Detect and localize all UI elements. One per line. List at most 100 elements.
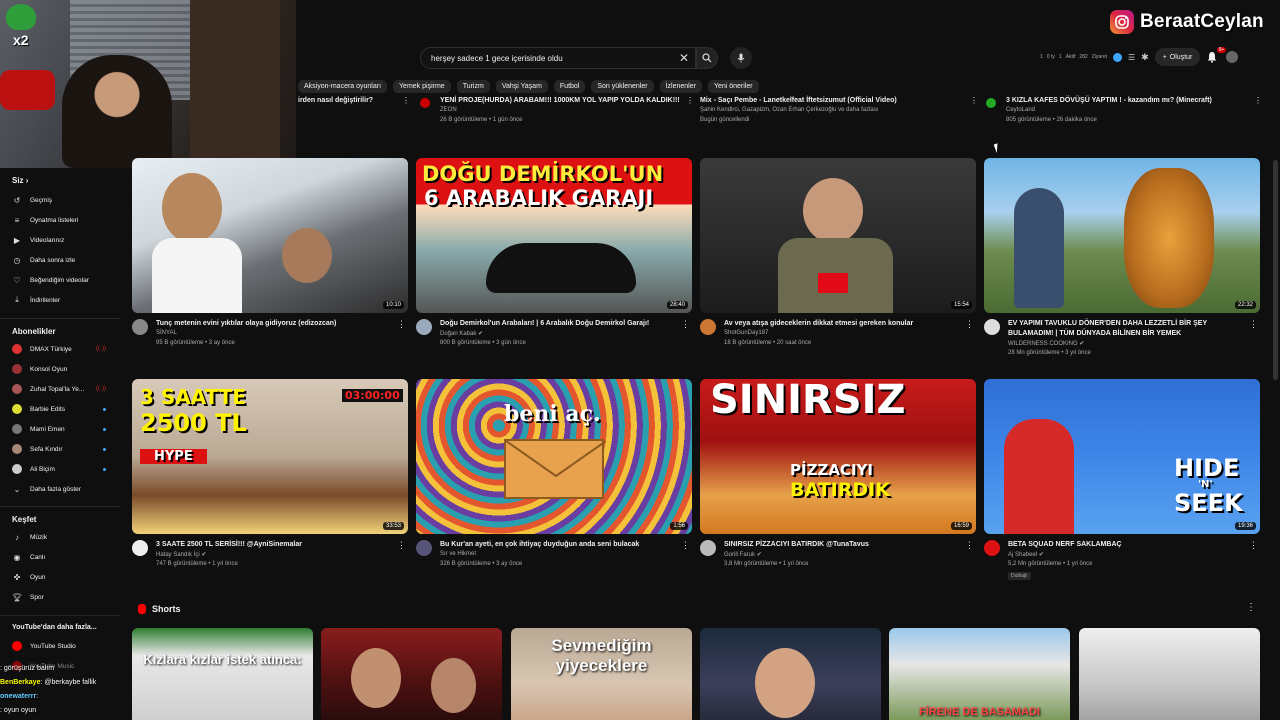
subscription-item[interactable]: Ali Biçim [12,462,120,476]
video-thumbnail[interactable]: 10:10 [132,158,408,313]
channel-avatar[interactable] [132,319,148,335]
close-icon[interactable]: ✕ [679,51,689,65]
video-thumbnail[interactable]: 15:54 [700,158,976,313]
video-title[interactable]: Av veya atışa gideceklerin dikkat etmesi… [724,319,960,329]
more-icon[interactable]: ⋮ [1254,96,1264,105]
puzzle-icon[interactable]: ✱ [1141,52,1149,63]
sidebar-item-music[interactable]: ♪ Müzik [12,530,120,544]
subscription-item[interactable]: Sefa Kındır [12,442,120,456]
channel-avatar[interactable] [700,319,716,335]
channel-avatar[interactable] [984,540,1000,556]
create-button[interactable]: + Oluştur [1154,48,1201,66]
channel-name[interactable]: ShotGunDay187 [724,330,768,336]
extension-icon[interactable] [1112,52,1122,62]
chip-wildlife[interactable]: Vahşi Yaşam [495,80,548,93]
video-title[interactable]: BETA SQUAD NERF SAKLAMBAÇ [1008,540,1244,550]
channel-avatar[interactable] [986,98,996,108]
subscription-item[interactable]: Konsol Oyun [12,362,120,376]
video-card-partial[interactable]: 3 KIZLA KAFES DÖVÜŞÜ YAPTIM ! - kazandım… [1006,96,1246,125]
show-more-button[interactable]: ⌄ Daha fazla göster [12,482,120,496]
short-card[interactable] [700,628,881,720]
more-icon[interactable]: ⋮ [970,96,980,105]
channel-name[interactable]: ZEON [440,105,680,115]
chip-cooking[interactable]: Yemek pişirme [393,80,451,93]
more-icon[interactable]: ⋮ [397,540,406,551]
channel-name[interactable]: Gorill Faruk ✔ [724,551,762,558]
subscription-item[interactable]: Zuhal Topal'la Ye... ((·)) [12,382,120,396]
more-icon[interactable]: ⋮ [965,540,974,551]
video-card[interactable]: 15:54 Av veya atışa gideceklerin dikkat … [700,158,976,367]
sidebar-item-history[interactable]: ↺ Geçmiş [12,193,120,207]
channel-name[interactable]: Şahin Kendirci, Gazapizm, Ozan Erhan Çer… [700,105,960,115]
video-title[interactable]: YENİ PROJE(HURDA) ARABAM!!! 1000KM YOL Y… [440,96,680,105]
sidebar-item-watch-later[interactable]: ◷ Daha sonra izle [12,253,120,267]
video-card-partial[interactable]: Mix - Saçı Pembe - Lanetkelfeat İftetsiz… [700,96,960,125]
video-card[interactable]: 22:32 EV YAPIMI TAVUKLU DÖNER'DEN DAHA L… [984,158,1260,367]
short-card[interactable]: Kızlara kızlar istek atınca: [132,628,313,720]
channel-name[interactable]: Doğan Kabak ✔ [440,330,483,337]
sidebar-item-live[interactable]: ◉ Canlı [12,550,120,564]
more-icon[interactable]: ⋮ [402,96,412,105]
subscriptions-heading[interactable]: Abonelikler [12,327,56,336]
search-button[interactable] [696,47,718,69]
chip-action-adventure[interactable]: Aksiyon-macera oyunları [298,80,388,93]
channel-avatar[interactable] [132,540,148,556]
sidebar-item-sports[interactable]: 🏆︎ Spor [12,590,120,604]
more-icon[interactable]: ⋮ [397,319,406,330]
sidebar-item-playlists[interactable]: ≡ Oynatma listeleri [12,213,120,227]
short-card[interactable] [1079,628,1260,720]
video-card-partial[interactable]: YENİ PROJE(HURDA) ARABAM!!! 1000KM YOL Y… [440,96,680,125]
channel-name[interactable]: Aj Shabeel ✔ [1008,551,1044,558]
sidebar-item-youtube-studio[interactable]: YouTube Studio [12,639,120,653]
video-thumbnail[interactable]: DOĞU DEMİRKOL'UN 6 ARABALIK GARAJI 28:40 [416,158,692,313]
page-scrollbar[interactable] [1273,160,1278,380]
chip-new-to-you[interactable]: Yeni öneriler [707,80,759,93]
more-icon[interactable]: ⋮ [1249,540,1258,551]
notifications-button[interactable]: 9+ [1206,47,1227,64]
search-input[interactable] [431,53,671,63]
sidebar-item-your-videos[interactable]: ▶ Videolarınız [12,233,120,247]
video-thumbnail[interactable]: 22:32 [984,158,1260,313]
video-card[interactable]: HIDE 'N' SEEK 19:36 BETA SQUAD NERF SAKL… [984,379,1260,588]
subscription-item[interactable]: DMAX Türkiye ((·)) [12,342,120,356]
video-title[interactable]: EV YAPIMI TAVUKLU DÖNER'DEN DAHA LEZZETL… [1008,319,1244,339]
you-section-heading[interactable]: Siz › [12,176,28,185]
menu-icon[interactable]: ☰ [1128,53,1135,62]
video-thumbnail[interactable]: SINIRSIZ PİZZACIYI BATIRDIK 16:59 [700,379,976,534]
short-card[interactable]: FİRENE DE BASAMADI [889,628,1070,720]
video-card[interactable]: 10:10 Tunç metenin evini yıktılar olaya … [132,158,408,367]
video-title[interactable]: Mix - Saçı Pembe - Lanetkelfeat İftetsiz… [700,96,960,105]
more-icon[interactable]: ⋮ [681,319,690,330]
channel-avatar[interactable] [416,540,432,556]
more-icon[interactable]: ⋮ [965,319,974,330]
video-thumbnail[interactable]: HIDE 'N' SEEK 19:36 [984,379,1260,534]
video-title[interactable]: SINIRSIZ PİZZACIYI BATIRDIK @TunaTavus [724,540,960,550]
more-icon[interactable]: ⋮ [1249,319,1258,330]
video-thumbnail[interactable]: 3 SAATTE 2500 TL HYPE 03:00:00 33:53 [132,379,408,534]
chip-football[interactable]: Futbol [553,80,586,93]
video-title[interactable]: 3 KIZLA KAFES DÖVÜŞÜ YAPTIM ! - kazandım… [1006,96,1246,105]
subscription-item[interactable]: Mami Emen [12,422,120,436]
sidebar-item-liked-videos[interactable]: ♡ Beğendiğim videolar [12,273,120,287]
video-card[interactable]: beni aç. 1:56 Bu Kur'an ayeti, en çok ih… [416,379,692,588]
more-icon[interactable]: ⋮ [681,540,690,551]
voice-search-button[interactable] [730,47,752,69]
subscription-item[interactable]: Barbie Edits [12,402,120,416]
video-stats[interactable]: CeytoLand [1006,105,1246,115]
account-avatar[interactable] [1226,51,1239,63]
channel-avatar[interactable] [984,319,1000,335]
video-card[interactable]: DOĞU DEMİRKOL'UN 6 ARABALIK GARAJI 28:40… [416,158,692,367]
search-box[interactable]: ✕ [420,47,696,69]
channel-name[interactable]: SİNYAL [156,330,177,336]
short-card[interactable]: Sevmediğim yiyeceklere [511,628,692,720]
video-card-partial[interactable]: irden nasıl değiştirilir? [298,96,398,105]
chip-recently-uploaded[interactable]: Son yüklenenler [591,80,654,93]
channel-name[interactable]: Sır ve Hikmet [440,551,476,557]
more-icon[interactable]: ⋮ [1246,602,1256,613]
sidebar-item-gaming[interactable]: ✜ Oyun [12,570,120,584]
video-card[interactable]: SINIRSIZ PİZZACIYI BATIRDIK 16:59 SINIRS… [700,379,976,588]
chip-tourism[interactable]: Turizm [456,80,490,93]
channel-name[interactable]: Hatay Sandık İçi ✔ [156,551,206,558]
channel-avatar[interactable] [700,540,716,556]
channel-name[interactable]: WILDERNESS COOKING ✔ [1008,340,1084,347]
